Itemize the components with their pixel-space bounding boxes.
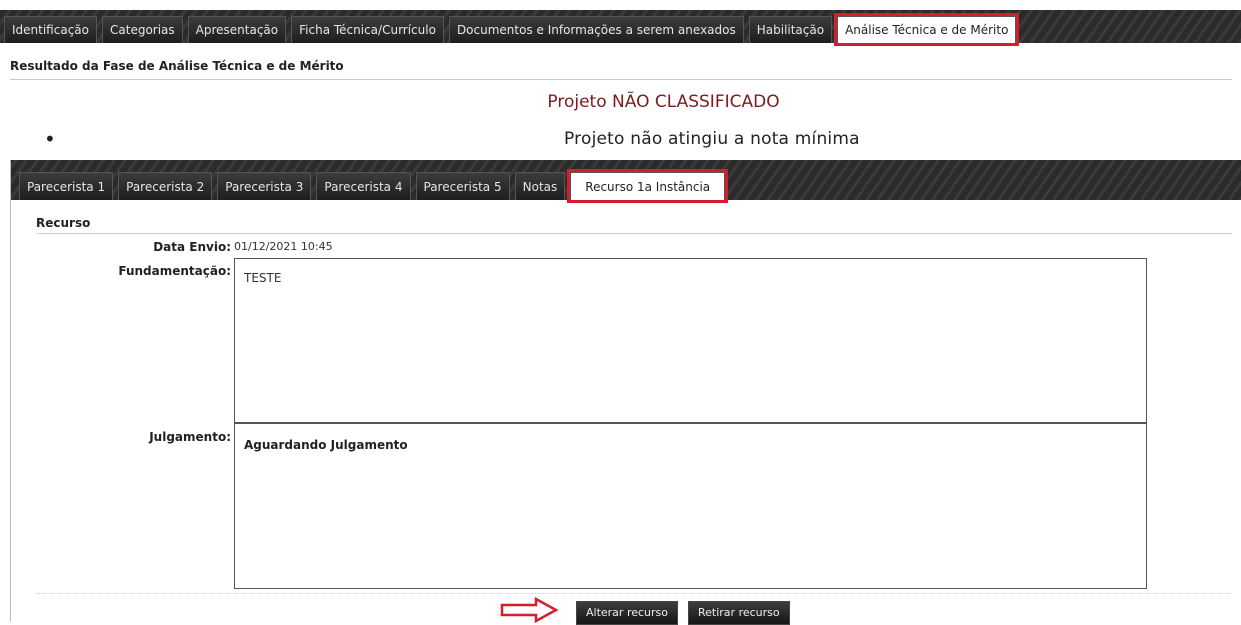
section-title: Resultado da Fase de Análise Técnica e d… [10,59,344,73]
alterar-recurso-button[interactable]: Alterar recurso [576,601,678,625]
right-arrow-icon [500,597,559,623]
fundamentacao-label: Fundamentação: [118,264,231,278]
tab-analise-tecnica[interactable]: Análise Técnica e de Mérito [834,13,1020,46]
tab-parecerista-3[interactable]: Parecerista 3 [217,172,312,200]
data-envio-value: 01/12/2021 10:45 [234,240,333,253]
julgamento-label: Julgamento: [149,430,231,444]
retirar-recurso-button[interactable]: Retirar recurso [688,601,790,625]
data-envio-label: Data Envio: [153,240,231,254]
top-tabs: Identificação Categorias Apresentação Fi… [4,13,1020,46]
status-reason: Projeto não atingiu a nota mínima [564,129,860,149]
tab-ficha-tecnica[interactable]: Ficha Técnica/Currículo [291,16,444,43]
tab-recurso-1a-instancia[interactable]: Recurso 1a Instância [567,169,729,203]
tab-apresentacao[interactable]: Apresentação [187,16,287,43]
tab-habilitacao[interactable]: Habilitação [748,16,833,43]
project-status: Projeto NÃO CLASSIFICADO [547,92,780,112]
divider [36,233,1232,234]
divider [10,79,1232,80]
fundamentacao-text: TESTE [244,271,282,285]
divider [36,593,1232,594]
fundamentacao-field[interactable]: TESTE [234,258,1147,423]
julgamento-field: Aguardando Julgamento [234,423,1147,589]
tab-parecerista-2[interactable]: Parecerista 2 [118,172,213,200]
inner-panel: Parecerista 1 Parecerista 2 Parecerista … [10,160,1241,625]
bullet-icon: • [44,127,56,151]
inner-tab-bar: Parecerista 1 Parecerista 2 Parecerista … [11,160,1241,203]
inner-tabs: Parecerista 1 Parecerista 2 Parecerista … [19,169,729,203]
julgamento-text: Aguardando Julgamento [244,438,408,452]
recurso-heading: Recurso [36,216,91,230]
tab-parecerista-4[interactable]: Parecerista 4 [316,172,411,200]
tab-notas[interactable]: Notas [514,172,566,200]
tab-categorias[interactable]: Categorias [102,16,183,43]
tab-identificacao[interactable]: Identificação [4,16,97,43]
tab-parecerista-5[interactable]: Parecerista 5 [415,172,510,200]
top-tab-bar: Identificação Categorias Apresentação Fi… [0,10,1241,46]
tab-parecerista-1[interactable]: Parecerista 1 [19,172,114,200]
tab-documentos[interactable]: Documentos e Informações a serem anexado… [448,16,744,43]
